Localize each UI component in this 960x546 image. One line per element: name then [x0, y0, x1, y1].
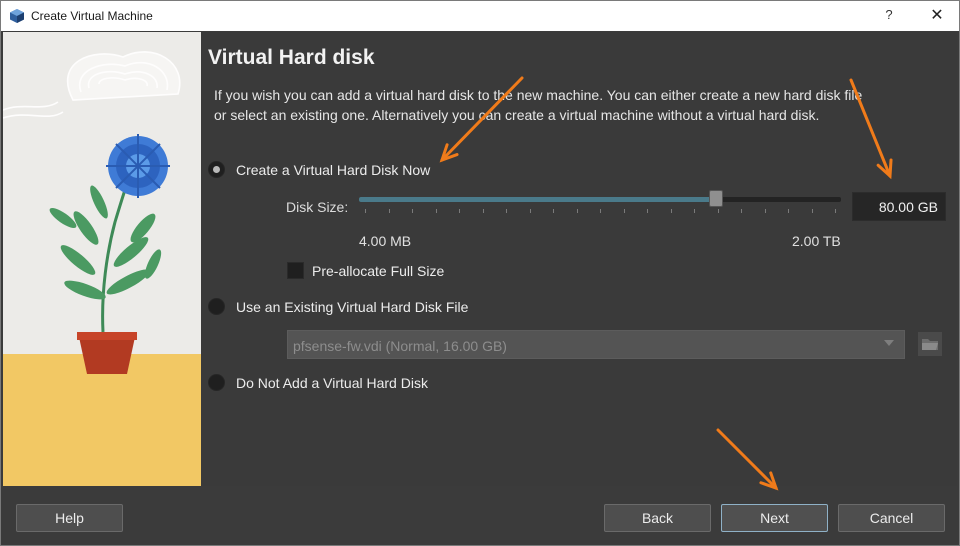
slider-tick: [529, 209, 531, 213]
slider-tick: [412, 209, 413, 213]
radio-create-now[interactable]: [208, 161, 225, 178]
slider-tick: [835, 209, 836, 213]
wizard-content: Virtual Hard disk If you wish you can ad…: [201, 32, 957, 486]
radio-do-not-add[interactable]: [208, 374, 225, 391]
disk-size-label: Disk Size:: [286, 199, 349, 215]
preallocate-label[interactable]: Pre-allocate Full Size: [312, 263, 444, 279]
slider-tick: [811, 209, 813, 213]
radio-create-now-label[interactable]: Create a Virtual Hard Disk Now: [236, 162, 430, 178]
disk-size-input[interactable]: 80.00 GB: [852, 192, 946, 221]
radio-do-not-add-label[interactable]: Do Not Add a Virtual Hard Disk: [236, 375, 428, 391]
radio-use-existing-label[interactable]: Use an Existing Virtual Hard Disk File: [236, 299, 468, 315]
slider-tick: [717, 209, 719, 213]
slider-tick: [647, 209, 648, 213]
next-button[interactable]: Next: [721, 504, 828, 532]
slider-tick: [670, 209, 672, 213]
slider-tick: [576, 209, 578, 213]
help-question-icon[interactable]: ?: [881, 7, 897, 25]
disk-size-slider[interactable]: [359, 197, 841, 202]
window-title: Create Virtual Machine: [31, 9, 153, 23]
existing-disk-select[interactable]: pfsense-fw.vdi (Normal, 16.00 GB): [287, 330, 905, 359]
slider-tick: [694, 209, 695, 213]
title-bar: Create Virtual Machine ? ✕: [1, 1, 959, 31]
folder-icon[interactable]: [918, 332, 942, 356]
slider-handle[interactable]: [708, 190, 723, 207]
slider-max-label: 2.00 TB: [792, 233, 841, 249]
button-bar: Help Back Next Cancel: [1, 487, 959, 545]
slider-min-label: 4.00 MB: [359, 233, 412, 249]
slider-tick: [506, 209, 507, 213]
help-button[interactable]: Help: [16, 504, 123, 532]
page-title: Virtual Hard disk: [208, 46, 375, 69]
preallocate-checkbox[interactable]: [287, 262, 304, 279]
slider-tick: [741, 209, 742, 213]
slider-tick: [388, 209, 390, 213]
slider-fill: [359, 197, 716, 202]
slider-tick: [623, 209, 625, 213]
chevron-down-icon[interactable]: [884, 340, 894, 346]
wizard-illustration: [3, 32, 201, 486]
create-vm-dialog: Create Virtual Machine ? ✕ Virtual Hard …: [0, 0, 960, 546]
cancel-button[interactable]: Cancel: [838, 504, 945, 532]
slider-tick: [553, 209, 554, 213]
slider-tick: [365, 209, 366, 213]
radio-use-existing[interactable]: [208, 298, 225, 315]
close-icon[interactable]: ✕: [927, 6, 947, 26]
slider-tick: [788, 209, 789, 213]
virtualbox-icon: [10, 9, 24, 23]
slider-tick: [459, 209, 460, 213]
slider-tick: [600, 209, 601, 213]
slider-tick: [435, 209, 437, 213]
slider-tick: [764, 209, 766, 213]
page-description: If you wish you can add a virtual hard d…: [214, 87, 863, 123]
slider-tick: [482, 209, 484, 213]
back-button[interactable]: Back: [604, 504, 711, 532]
